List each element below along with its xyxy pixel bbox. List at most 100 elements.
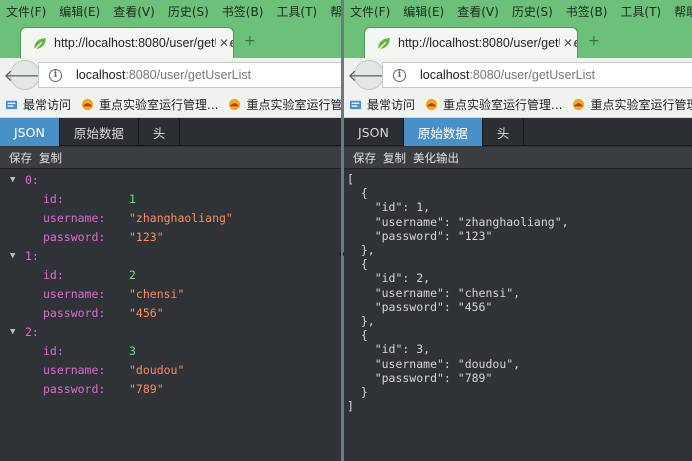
save-button[interactable]: 保存	[353, 150, 376, 166]
value: 3	[129, 343, 136, 358]
url-host: localhost	[76, 68, 126, 82]
tab-json[interactable]: JSON	[344, 118, 404, 146]
spring-leaf-icon	[377, 37, 390, 50]
tab-headers[interactable]: 头	[139, 118, 181, 146]
bookmark-lab-1[interactable]: 重点实验室运行管理...	[81, 96, 218, 113]
key-label: username:	[43, 210, 106, 225]
bookmark-most-visited[interactable]: 最常访问	[5, 96, 71, 113]
copy-button[interactable]: 复制	[383, 150, 406, 166]
bookmarks-toolbar: 最常访问 重点实验室运行管理... 重点实验室运行管理...	[344, 92, 692, 118]
array-index: 1:	[25, 248, 39, 263]
raw-json-text: [ { "id": 1, "username": "zhanghaoliang"…	[347, 172, 569, 414]
bookmarks-toolbar: 最常访问 重点实验室运行管理... 重点实验室运行管理...	[0, 92, 341, 118]
menu-history[interactable]: 历史(S)	[512, 3, 553, 20]
tab-raw-data[interactable]: 原始数据	[403, 118, 483, 146]
tree-row: id: 2	[0, 265, 341, 284]
address-bar[interactable]: i localhost:8080/user/getUserList	[382, 62, 692, 88]
menu-file[interactable]: 文件(F)	[350, 3, 390, 20]
menu-bookmarks[interactable]: 书签(B)	[222, 3, 264, 20]
tree-row: password: "789"	[0, 379, 341, 398]
key-label: username:	[43, 286, 106, 301]
tab-raw-data[interactable]: 原始数据	[60, 118, 139, 146]
tab-strip: http://localhost:8080/user/getUserList ✕…	[344, 22, 692, 58]
url-path: :8080/user/getUserList	[469, 68, 596, 82]
value: "456"	[129, 305, 164, 320]
bookmark-most-visited[interactable]: 最常访问	[349, 96, 415, 113]
bookmark-label: 重点实验室运行管理...	[443, 98, 563, 112]
json-toolbar: 保存 复制	[0, 147, 341, 169]
bookmark-label: 重点实验室运行管理...	[246, 98, 341, 112]
menu-edit[interactable]: 编辑(E)	[59, 3, 100, 20]
tree-row: password: "456"	[0, 303, 341, 322]
menu-view[interactable]: 查看(V)	[457, 3, 499, 20]
bookmark-folder-icon	[5, 100, 18, 110]
tree-node[interactable]: ▼ 2:	[0, 322, 341, 341]
bookmark-lab-1[interactable]: 重点实验室运行管理...	[425, 96, 562, 113]
value: 1	[129, 191, 136, 206]
bookmark-lab-2[interactable]: 重点实验室运行管理...	[228, 96, 341, 113]
menu-file[interactable]: 文件(F)	[6, 3, 46, 20]
browser-tab[interactable]: http://localhost:8080/user/getUserList ✕	[20, 27, 234, 58]
browser-tab[interactable]: http://localhost:8080/user/getUserList ✕	[364, 27, 578, 58]
collapse-icon[interactable]: ▼	[10, 251, 20, 261]
tab-headers[interactable]: 头	[483, 118, 525, 146]
url-host: localhost	[420, 68, 470, 82]
tree-row: username: "zhanghaoliang"	[0, 208, 341, 227]
close-tab-icon[interactable]: ✕	[559, 36, 573, 50]
bookmark-label: 重点实验室运行管理...	[590, 98, 692, 112]
key-label: id:	[43, 267, 64, 282]
value: "doudou"	[129, 362, 185, 377]
array-index: 0:	[25, 172, 39, 187]
bookmark-label: 最常访问	[367, 98, 416, 112]
copy-button[interactable]: 复制	[39, 150, 62, 166]
key-label: password:	[43, 229, 106, 244]
new-tab-icon[interactable]: +	[588, 33, 600, 49]
menu-bookmarks[interactable]: 书签(B)	[566, 3, 608, 20]
value: "zhanghaoliang"	[129, 210, 233, 225]
close-tab-icon[interactable]: ✕	[215, 36, 229, 50]
menu-tools[interactable]: 工具(T)	[620, 3, 661, 20]
save-button[interactable]: 保存	[9, 150, 32, 166]
tree-row: id: 3	[0, 341, 341, 360]
pretty-print-button[interactable]: 美化输出	[413, 150, 459, 166]
right-browser-window: 文件(F) 编辑(E) 查看(V) 历史(S) 书签(B) 工具(T) 帮助(H…	[344, 0, 692, 461]
tree-node[interactable]: ▼ 0:	[0, 170, 341, 189]
menu-history[interactable]: 历史(S)	[168, 3, 209, 20]
collapse-icon[interactable]: ▼	[10, 175, 20, 185]
bookmark-label: 重点实验室运行管理...	[99, 98, 219, 112]
menu-bar: 文件(F) 编辑(E) 查看(V) 历史(S) 书签(B) 工具(T) 帮助(H…	[0, 0, 341, 22]
address-bar[interactable]: i localhost:8080/user/getUserList	[38, 62, 341, 88]
navigation-bar: 🡐 i localhost:8080/user/getUserList	[0, 58, 341, 92]
key-label: id:	[43, 343, 64, 358]
tab-json[interactable]: JSON	[0, 118, 60, 146]
value: "123"	[129, 229, 164, 244]
value: "chensi"	[129, 286, 185, 301]
tree-row: username: "doudou"	[0, 360, 341, 379]
bookmark-lab-2[interactable]: 重点实验室运行管理...	[572, 96, 692, 113]
menu-view[interactable]: 查看(V)	[113, 3, 155, 20]
back-button[interactable]: 🡐	[348, 60, 390, 90]
menu-help[interactable]: 帮助(H)	[330, 3, 341, 20]
menu-help[interactable]: 帮助(H)	[674, 3, 692, 20]
site-logo-icon	[425, 98, 438, 111]
bookmark-label: 最常访问	[23, 98, 72, 112]
key-label: password:	[43, 305, 106, 320]
navigation-bar: 🡐 i localhost:8080/user/getUserList	[344, 58, 692, 92]
tree-node[interactable]: ▼ 1:	[0, 246, 341, 265]
url-path: :8080/user/getUserList	[125, 68, 252, 82]
tab-title: http://localhost:8080/user/getUserList	[54, 36, 233, 50]
json-tree: ▼ 0: id: 1 username: "zhanghaoliang" passwo…	[0, 170, 341, 461]
new-tab-icon[interactable]: +	[244, 33, 256, 49]
spring-leaf-icon	[33, 37, 46, 50]
viewer-tabs: JSON 原始数据 头	[344, 118, 692, 146]
key-label: username:	[43, 362, 106, 377]
menu-edit[interactable]: 编辑(E)	[403, 3, 444, 20]
menu-tools[interactable]: 工具(T)	[276, 3, 317, 20]
tree-row: id: 1	[0, 189, 341, 208]
site-logo-icon	[81, 98, 94, 111]
raw-toolbar: 保存 复制 美化输出	[344, 147, 692, 169]
collapse-icon[interactable]: ▼	[10, 327, 20, 337]
info-icon[interactable]: i	[49, 68, 62, 82]
info-icon[interactable]: i	[393, 68, 406, 82]
back-button[interactable]: 🡐	[4, 60, 46, 90]
